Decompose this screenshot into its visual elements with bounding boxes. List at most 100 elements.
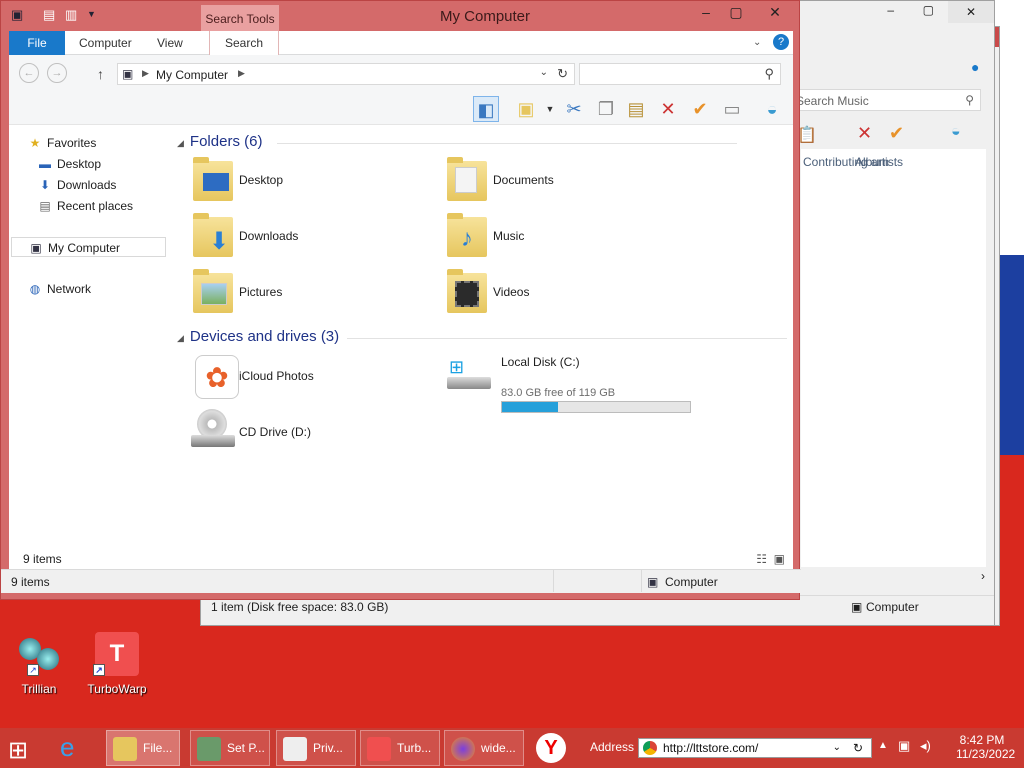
nav-label: Recent places	[57, 199, 134, 213]
folder-icon	[189, 267, 237, 317]
back-icon[interactable]: ←	[19, 63, 39, 83]
desktop-icon-turbowarp[interactable]: T ↗ TurboWarp	[82, 632, 152, 696]
folder-videos[interactable]: Videos	[443, 267, 683, 323]
folder-label: Music	[493, 229, 525, 243]
rename-icon[interactable]: ▭	[719, 96, 745, 122]
nav-downloads[interactable]: ⬇ Downloads	[37, 175, 116, 195]
address-input[interactable]: ▣ ▶ My Computer ▶ ⌄ ↻	[117, 63, 575, 85]
maximize-icon[interactable]: ▢	[923, 3, 934, 17]
search-input[interactable]: ⚲	[579, 63, 781, 85]
breadcrumb-arrow-icon[interactable]: ▶	[238, 68, 245, 79]
folder-downloads[interactable]: ⬇ Downloads	[189, 211, 429, 267]
large-icons-view-icon[interactable]: ▣	[774, 549, 785, 569]
computer-icon: ▣	[30, 241, 42, 255]
file-list-area[interactable]: Contributing artists Album	[801, 149, 986, 567]
yandex-browser-icon[interactable]: Y	[536, 733, 566, 763]
folder-pictures[interactable]: Pictures	[189, 267, 429, 323]
folder-documents[interactable]: Documents	[443, 155, 683, 211]
paste-icon[interactable]: ▤	[623, 96, 649, 122]
desktop-icon-label: Trillian	[21, 682, 57, 696]
desktop-icon: ▬	[39, 157, 51, 171]
nav-label: Downloads	[57, 178, 117, 192]
column-header-album[interactable]: Album	[855, 155, 889, 169]
status-text: 1 item (Disk free space: 83.0 GB)	[211, 600, 389, 614]
minimize-icon[interactable]: –	[887, 3, 894, 17]
dropdown-icon[interactable]: ▼	[537, 96, 563, 122]
cut-icon[interactable]: ✂	[561, 96, 587, 122]
group-title: Folders (6)	[189, 133, 263, 150]
help-icon[interactable]: ?	[773, 34, 789, 50]
maximize-icon[interactable]: ▢	[721, 1, 751, 23]
details-view-icon[interactable]: ☷	[756, 549, 767, 569]
folder-icon: ♪	[443, 211, 491, 261]
drive-icloud-photos[interactable]: ✿ iCloud Photos	[189, 351, 429, 407]
preview-pane-icon[interactable]: ◧	[473, 96, 499, 122]
folder-music[interactable]: ♪ Music	[443, 211, 683, 267]
history-dropdown-icon[interactable]: ⌄	[540, 67, 548, 78]
properties-folder-icon[interactable]: ▣	[513, 96, 539, 122]
folder-icon	[443, 267, 491, 317]
drive-free-space: 83.0 GB free of 119 GB	[501, 387, 616, 399]
search-input[interactable]: Search Music ⚲	[791, 89, 981, 111]
scroll-right-icon[interactable]: ›	[981, 569, 985, 583]
volume-icon[interactable]: ◂)	[920, 738, 931, 754]
address-dropdown-icon[interactable]: ⌄	[833, 739, 841, 757]
network-tray-icon[interactable]: ▣	[898, 738, 910, 754]
tab-search[interactable]: Search	[209, 31, 279, 55]
firefox-icon	[451, 737, 475, 761]
minimize-icon[interactable]: –	[691, 1, 721, 23]
folders-group-header[interactable]: ◢ Folders (6)	[177, 133, 737, 150]
close-icon[interactable]: ✕	[948, 1, 994, 23]
nav-favorites[interactable]: ★ Favorites	[27, 133, 97, 153]
clock[interactable]: 8:42 PM 11/23/2022	[956, 733, 1015, 761]
refresh-icon[interactable]: ↻	[557, 66, 568, 82]
folder-desktop[interactable]: Desktop	[189, 155, 429, 211]
taskbar-button-set-program[interactable]: Set P...	[190, 730, 270, 766]
nav-desktop[interactable]: ▬ Desktop	[37, 154, 101, 174]
internet-explorer-icon[interactable]: e	[60, 732, 74, 763]
checkmark-icon[interactable]: ✔	[889, 123, 904, 144]
explorer-window[interactable]: ▣ ▤ ▥ ▼ Search Tools My Computer – ▢ ✕ F…	[0, 0, 801, 600]
address-toolbar-input[interactable]: http://lttstore.com/ ⌄ ↻	[638, 738, 872, 758]
collapse-icon[interactable]: ◢	[177, 333, 184, 343]
command-bar: 📋 ✕ ✔ ◒	[791, 121, 981, 149]
delete-icon[interactable]: ✕	[857, 123, 872, 144]
icloud-photos-icon: ✿	[195, 355, 239, 399]
help-icon[interactable]: ●	[971, 59, 979, 75]
downloads-icon: ⬇	[39, 178, 51, 192]
refresh-icon[interactable]: ↻	[853, 739, 863, 757]
forward-icon[interactable]: →	[47, 63, 67, 83]
star-icon: ★	[29, 136, 41, 150]
tab-file[interactable]: File	[9, 31, 65, 55]
checkmark-icon[interactable]: ✔	[687, 96, 713, 122]
breadcrumb[interactable]: My Computer	[156, 68, 228, 82]
tab-view[interactable]: View	[145, 31, 195, 55]
nav-my-computer[interactable]: ▣ My Computer	[11, 237, 166, 257]
show-hidden-icons-icon[interactable]: ▲	[878, 740, 888, 751]
copy-icon[interactable]: ❐	[593, 96, 619, 122]
start-windows-icon[interactable]: ⊞	[8, 736, 28, 765]
nav-recent-places[interactable]: ▤ Recent places	[37, 196, 133, 216]
drive-cd-d[interactable]: CD Drive (D:)	[189, 407, 429, 463]
collapse-icon[interactable]: ◢	[177, 138, 184, 148]
taskbar-button-turbowarp[interactable]: Turb...	[360, 730, 440, 766]
shell-icon[interactable]: ◒	[759, 96, 785, 122]
title-bar[interactable]: ▣ ▤ ▥ ▼ Search Tools My Computer – ▢ ✕	[1, 1, 799, 31]
nav-network[interactable]: ◍ Network	[27, 279, 91, 299]
taskbar-button-privacy[interactable]: Priv...	[276, 730, 356, 766]
taskbar-button-firefox[interactable]: wide...	[444, 730, 524, 766]
chrome-icon	[643, 741, 657, 755]
delete-icon[interactable]: ✕	[655, 96, 681, 122]
desktop-icon-label: TurboWarp	[87, 682, 147, 696]
taskbar: ⊞ e File... Set P... Priv... Turb... wid…	[0, 728, 1024, 768]
close-icon[interactable]: ✕	[755, 1, 795, 23]
expand-ribbon-icon[interactable]: ⌄	[753, 37, 761, 48]
drive-local-disk-c[interactable]: ⊞ Local Disk (C:) 83.0 GB free of 119 GB	[443, 351, 763, 407]
desktop-icon-trillian[interactable]: ↗ Trillian	[4, 632, 74, 696]
up-icon[interactable]: ↑	[97, 66, 104, 82]
tab-computer[interactable]: Computer	[67, 31, 144, 55]
devices-group-header[interactable]: ◢ Devices and drives (3)	[177, 328, 787, 345]
shell-icon[interactable]: ◒	[951, 123, 961, 141]
outer-status-bar: 9 items ▣ Computer	[1, 569, 801, 593]
taskbar-button-file-explorer[interactable]: File...	[106, 730, 180, 766]
